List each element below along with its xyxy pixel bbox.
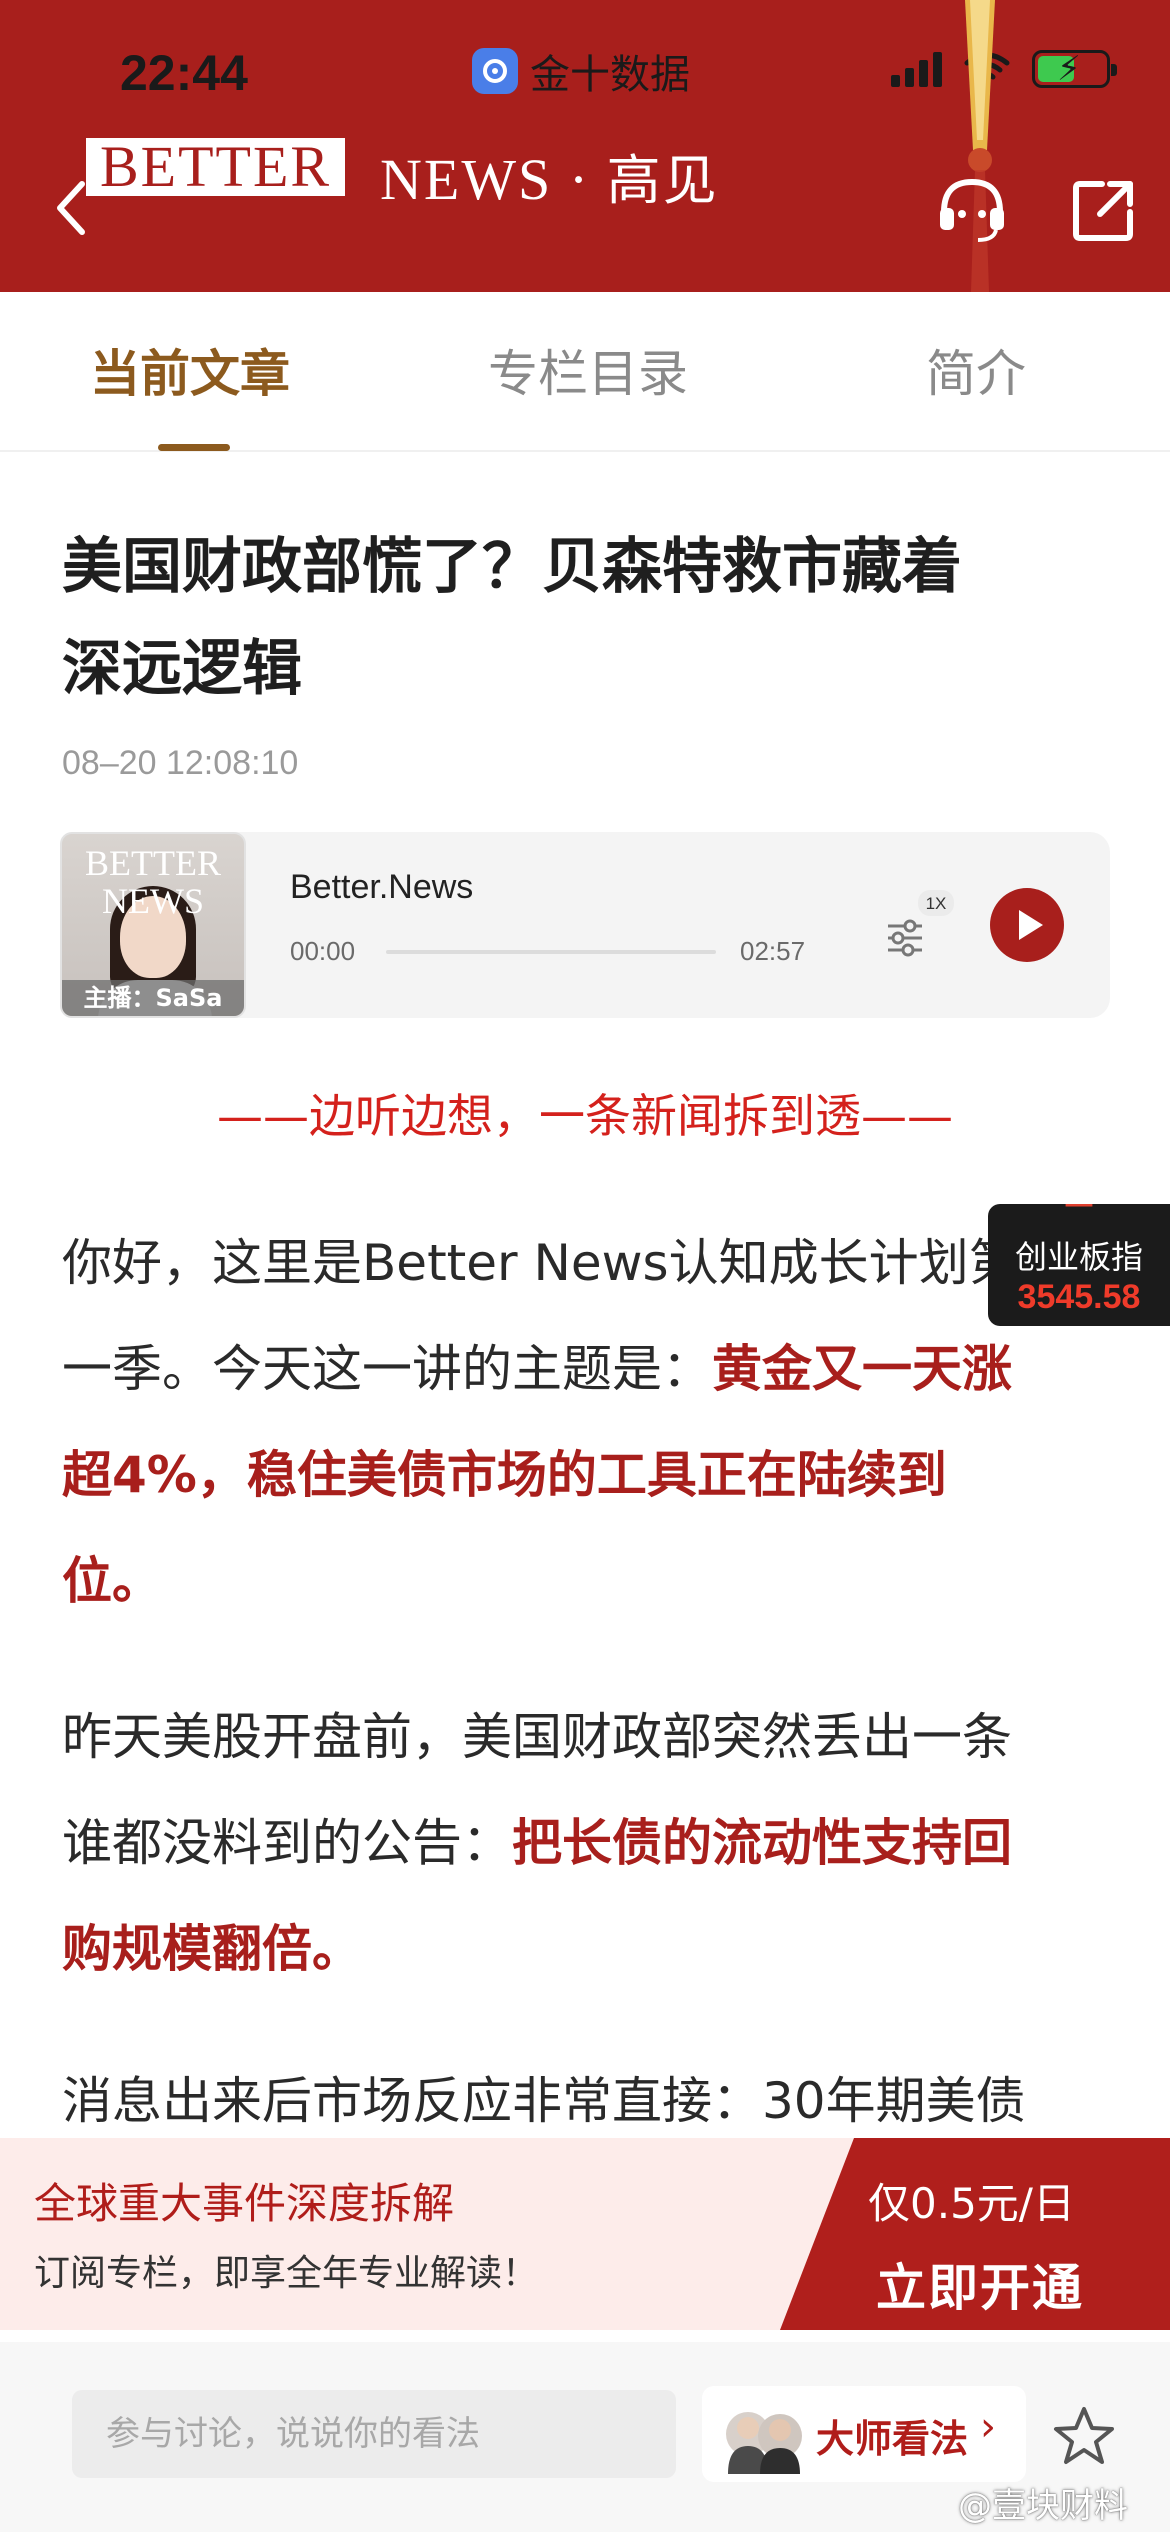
subscribe-button[interactable]: 立即开通 [876, 2248, 1084, 2320]
highlight-text: 购规模翻倍。 [62, 1920, 362, 1978]
highlight-text: 超4%，稳住美债市场的工具正在陆续到 [62, 1446, 947, 1504]
favorite-star-icon[interactable] [1052, 2404, 1116, 2468]
article-title-line: 美国财政部慌了？贝森特救市藏着 [62, 532, 962, 602]
ticker-index-name: 创业板指 [1014, 1238, 1143, 1276]
watermark-text: @壹块财料 [958, 2486, 1128, 2526]
play-icon [1019, 910, 1043, 940]
play-button[interactable] [990, 888, 1064, 962]
banner-subtitle: 订阅专栏，即享全年专业解读！ [34, 2253, 539, 2294]
subscribe-banner[interactable]: 全球重大事件深度拆解 订阅专栏，即享全年专业解读！ 仅0.5元/日 立即开通 [0, 2138, 1170, 2330]
app-header: 22:44 金十数据 ⚡ BETTER NEWS · 高见 [0, 0, 1170, 292]
tab-intro[interactable]: 简介 [926, 334, 1026, 406]
master-opinion-label: 大师看法 [816, 2417, 969, 2461]
paragraph-text: 一季。今天这一讲的主题是： [62, 1340, 712, 1398]
cover-brand: BETTER NEWS [62, 844, 244, 920]
cellular-signal-icon [891, 51, 942, 87]
brand-logo-en: NEWS · [380, 147, 607, 212]
status-time: 22:44 [120, 45, 248, 101]
paragraph-text: 谁都没料到的公告： [62, 1814, 512, 1872]
highlight-text: 位。 [62, 1552, 162, 1610]
audio-player: BETTER NEWS 主播：SaSa Better.News 00:00 02… [60, 832, 1110, 1018]
master-avatars-icon [726, 2412, 802, 2474]
banner-price: 仅0.5元/日 [868, 2179, 1075, 2228]
ticker-index-value: 3545.58 [1017, 1278, 1141, 1316]
app-logo-icon [472, 48, 518, 94]
share-icon[interactable] [1066, 172, 1142, 248]
article-title: 美国财政部慌了？贝森特救市藏着 深远逻辑 [62, 516, 1122, 720]
tab-current-article[interactable]: 当前文章 [90, 334, 290, 406]
host-caption: 主播：SaSa [62, 980, 244, 1016]
speed-label: 1X [926, 894, 947, 913]
paragraph-line: 谁都没料到的公告：把长债的流动性支持回 [62, 1790, 1112, 1896]
headset-icon[interactable] [934, 172, 1010, 248]
comment-input[interactable] [72, 2390, 676, 2478]
audio-title: Better.News [290, 868, 474, 906]
banner-title: 全球重大事件深度拆解 [34, 2179, 455, 2228]
audio-cover-image: BETTER NEWS 主播：SaSa [60, 832, 246, 1018]
article-title-line: 深远逻辑 [62, 634, 302, 704]
paragraph-line: 一季。今天这一讲的主题是：黄金又一天涨 [62, 1316, 1112, 1422]
tab-bar: 当前文章 专栏目录 简介 [0, 292, 1170, 452]
playback-speed-control[interactable]: 1X [882, 890, 956, 964]
highlight-text: 把长债的流动性支持回 [512, 1814, 1012, 1872]
brand-logo-boxed: BETTER [86, 138, 346, 196]
tassel-decoration-icon [965, 0, 995, 292]
brand-logo-cn: 高见 [606, 149, 719, 212]
active-tab-indicator [158, 444, 230, 451]
status-app-name: 金十数据 [530, 52, 690, 98]
brand-logo-text: NEWS · 高见 [380, 136, 719, 215]
audio-duration: 02:57 [740, 936, 806, 966]
article-date: 08–20 12:08:10 [62, 744, 299, 782]
article-slogan: ——边听边想，一条新闻拆到透—— [217, 1089, 953, 1143]
article-paragraph-1: 你好，这里是Better News认知成长计划第 一季。今天这一讲的主题是：黄金… [62, 1210, 1112, 1634]
audio-current-time: 00:00 [290, 936, 356, 966]
master-opinion-button[interactable]: 大师看法 › [702, 2386, 1026, 2482]
highlight-text: 黄金又一天涨 [712, 1340, 1012, 1398]
cover-brand-line: NEWS [102, 881, 204, 921]
tab-column-catalog[interactable]: 专栏目录 [488, 334, 688, 406]
cover-brand-line: BETTER [85, 843, 221, 883]
battery-icon: ⚡ [1032, 49, 1117, 89]
index-ticker-widget[interactable]: — 创业板指 3545.58 [988, 1204, 1170, 1326]
paragraph-line: 你好，这里是Better News认知成长计划第 [62, 1234, 1019, 1292]
paragraph-line: 昨天美股开盘前，美国财政部突然丢出一条 [62, 1708, 1012, 1766]
chevron-right-icon: › [980, 2404, 996, 2450]
article-paragraph-2: 昨天美股开盘前，美国财政部突然丢出一条 谁都没料到的公告：把长债的流动性支持回 … [62, 1684, 1112, 2002]
audio-progress-bar[interactable] [386, 950, 716, 954]
status-app-indicator[interactable]: 金十数据 [472, 42, 690, 100]
